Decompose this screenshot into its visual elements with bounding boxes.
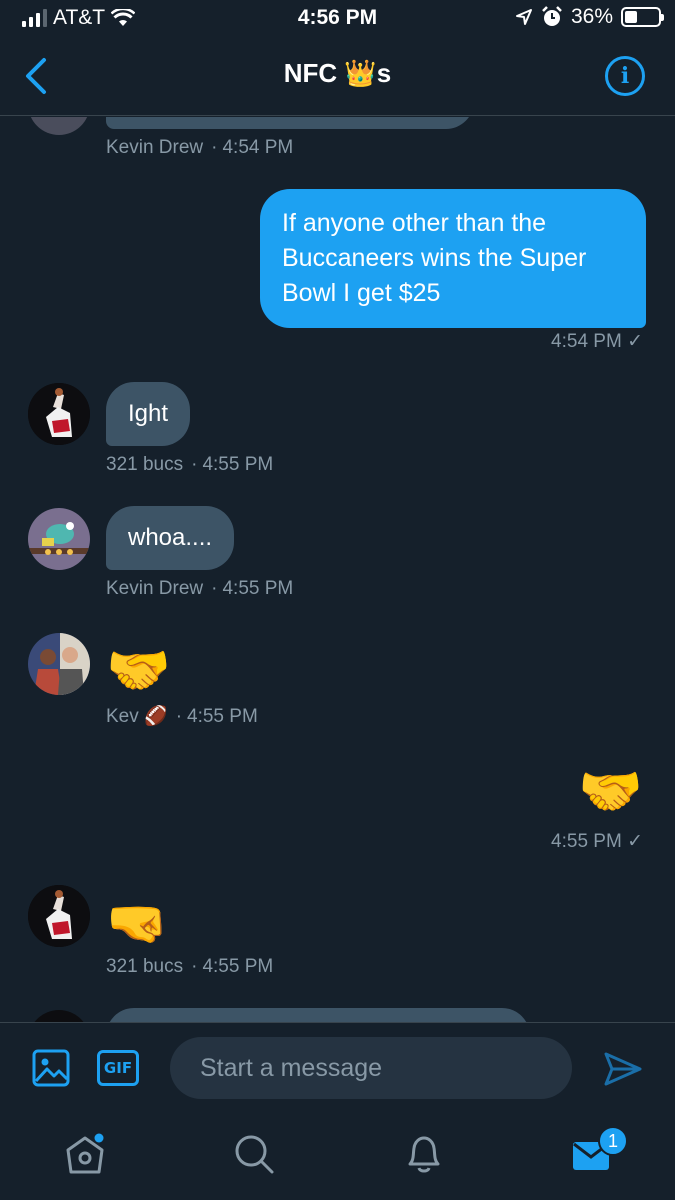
message-author: Kevin Drew [106, 137, 204, 158]
messages-unread-badge: 1 [598, 1126, 628, 1156]
emoji-message[interactable]: 🤝 [106, 641, 171, 701]
message-text: Ight [128, 400, 169, 427]
status-bar: AT&T 4:56 PM 36% [0, 0, 675, 38]
emoji-text: 🤜 [106, 895, 169, 951]
message-meta: Kev 🏈 · 4:55 PM [106, 706, 258, 727]
message-author: 321 bucs [106, 454, 184, 475]
avatar[interactable] [28, 633, 90, 695]
message-time: 4:55 PM [202, 454, 274, 475]
send-icon[interactable] [603, 1049, 643, 1089]
incoming-message[interactable]: Ight [106, 382, 191, 446]
message-meta: Kevin Drew · 4:55 PM [106, 578, 294, 599]
status-right-group: 36% [515, 5, 664, 29]
avatar[interactable] [28, 117, 90, 135]
gif-icon[interactable]: GIF [97, 1050, 139, 1086]
avatar-image [28, 508, 90, 570]
message-time: 4:55 PM ✓ [551, 831, 643, 852]
message-time: 4:55 PM [202, 956, 274, 977]
emoji-text: 🤝 [106, 642, 171, 700]
message-meta: 4:55 PM ✓ [551, 830, 643, 853]
message-time: 4:55 PM [187, 706, 258, 727]
message-composer: GIF [0, 1022, 675, 1112]
conversation-header: NFC 👑s i [0, 38, 675, 116]
location-arrow-icon [515, 9, 532, 25]
bottom-tab-bar [0, 1112, 675, 1200]
message-bubble-clipped [106, 1008, 530, 1022]
avatar[interactable] [28, 508, 90, 570]
conversation-title[interactable]: NFC 👑s [0, 58, 675, 89]
message-thread[interactable]: Kevin Drew · 4:54 PM If anyone other than … [0, 117, 675, 1022]
emoji-message[interactable]: 🤝 [578, 762, 643, 822]
avatar[interactable] [28, 383, 90, 445]
avatar[interactable] [28, 1010, 90, 1022]
message-author: Kev 🏈 [106, 706, 168, 727]
incoming-message[interactable]: whoa.... [106, 506, 235, 570]
avatar-image [28, 885, 90, 947]
emoji-message[interactable]: 🤜 [106, 893, 168, 953]
search-icon[interactable] [232, 1132, 276, 1176]
message-time: 4:54 PM [222, 137, 294, 158]
notifications-bell-icon[interactable] [402, 1132, 446, 1176]
outgoing-message[interactable]: If anyone other than the Buccaneers wins… [260, 189, 646, 328]
home-icon[interactable] [63, 1132, 107, 1176]
message-author: Kevin Drew [106, 578, 204, 599]
avatar-image [28, 383, 90, 445]
battery-percent: 36% [570, 5, 613, 28]
message-meta: 321 bucs · 4:55 PM [106, 454, 274, 475]
gif-label: GIF [103, 1059, 133, 1077]
message-text: whoa.... [128, 524, 213, 551]
emoji-text: 🤝 [578, 763, 643, 821]
message-meta: 321 bucs · 4:55 PM [106, 956, 274, 977]
message-bubble-clipped [106, 117, 474, 129]
message-meta: 4:54 PM ✓ [551, 330, 643, 353]
avatar[interactable] [28, 885, 90, 947]
message-time: 4:55 PM [222, 578, 294, 599]
image-icon[interactable] [32, 1049, 70, 1087]
message-text: If anyone other than the Buccaneers wins… [282, 209, 587, 307]
alarm-icon [542, 6, 562, 26]
message-time: 4:54 PM ✓ [551, 331, 643, 352]
message-input[interactable] [170, 1037, 572, 1099]
message-meta: Kevin Drew · 4:54 PM [106, 137, 294, 158]
message-author: 321 bucs [106, 956, 184, 977]
battery-icon [621, 7, 664, 27]
info-icon[interactable]: i [605, 56, 645, 96]
badge-count: 1 [607, 1130, 618, 1151]
avatar-image [28, 633, 90, 695]
